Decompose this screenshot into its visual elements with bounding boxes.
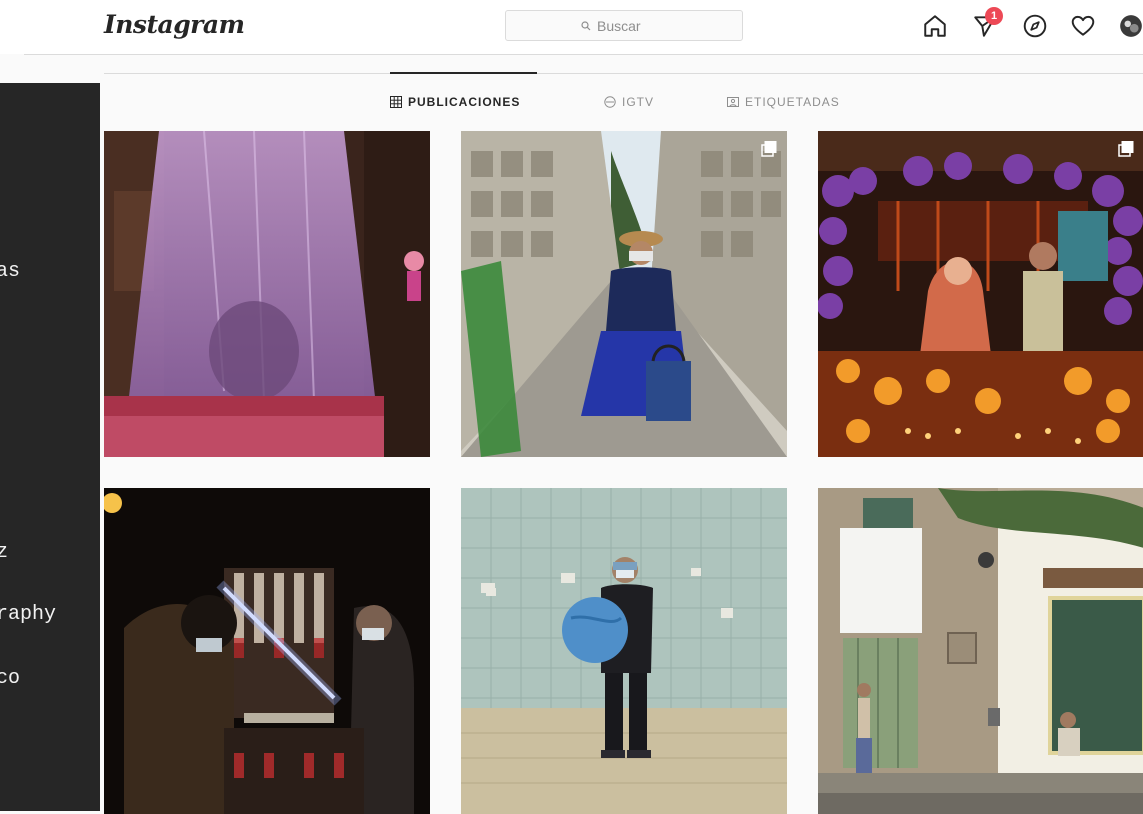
- side-panel: as z raphy co: [0, 83, 100, 811]
- multiple-posts-icon: [1118, 141, 1134, 157]
- post-tile[interactable]: [104, 488, 430, 814]
- side-panel-text: co: [0, 667, 21, 690]
- multiple-posts-icon: [761, 141, 777, 157]
- avatar: [1120, 15, 1142, 37]
- top-navigation-bar: Instagram 1: [0, 0, 1143, 54]
- home-button[interactable]: [921, 12, 949, 40]
- active-tab-indicator: [390, 72, 537, 74]
- direct-messages-button[interactable]: 1: [971, 7, 1003, 40]
- post-image: [818, 488, 1143, 814]
- notification-badge: 1: [985, 7, 1003, 25]
- post-tile[interactable]: [461, 131, 787, 457]
- side-panel-text: as: [0, 260, 21, 283]
- heart-icon: [1071, 15, 1095, 36]
- igtv-icon: [604, 96, 616, 108]
- post-image: [104, 488, 430, 814]
- tab-label: ETIQUETADAS: [745, 95, 840, 109]
- activity-button[interactable]: [1069, 12, 1097, 40]
- side-panel-text: raphy: [0, 603, 57, 626]
- search-input[interactable]: [597, 17, 667, 34]
- search-box[interactable]: [505, 10, 743, 41]
- explore-button[interactable]: [1021, 12, 1049, 40]
- tagged-icon: [727, 97, 739, 107]
- topbar-divider: [24, 54, 1143, 55]
- post-tile[interactable]: [818, 488, 1143, 814]
- side-panel-text: z: [0, 541, 9, 564]
- search-icon: [581, 20, 591, 30]
- post-tile[interactable]: [818, 131, 1143, 457]
- post-image: [461, 488, 787, 814]
- post-image: [461, 131, 787, 457]
- post-image: [104, 131, 430, 457]
- post-tile[interactable]: [104, 131, 430, 457]
- home-icon: [924, 15, 946, 37]
- grid-icon: [390, 96, 402, 108]
- post-tile[interactable]: [461, 488, 787, 814]
- tab-igtv[interactable]: IGTV: [604, 95, 654, 109]
- compass-icon: [1023, 14, 1047, 38]
- tab-label: PUBLICACIONES: [408, 95, 521, 109]
- tabs-divider: [104, 73, 1143, 74]
- post-image: [818, 131, 1143, 457]
- profile-avatar-button[interactable]: [1117, 12, 1143, 40]
- instagram-logo[interactable]: Instagram: [104, 10, 245, 39]
- tab-publicaciones[interactable]: PUBLICACIONES: [390, 95, 520, 109]
- tab-etiquetadas[interactable]: ETIQUETADAS: [727, 95, 840, 109]
- tab-label: IGTV: [622, 95, 655, 109]
